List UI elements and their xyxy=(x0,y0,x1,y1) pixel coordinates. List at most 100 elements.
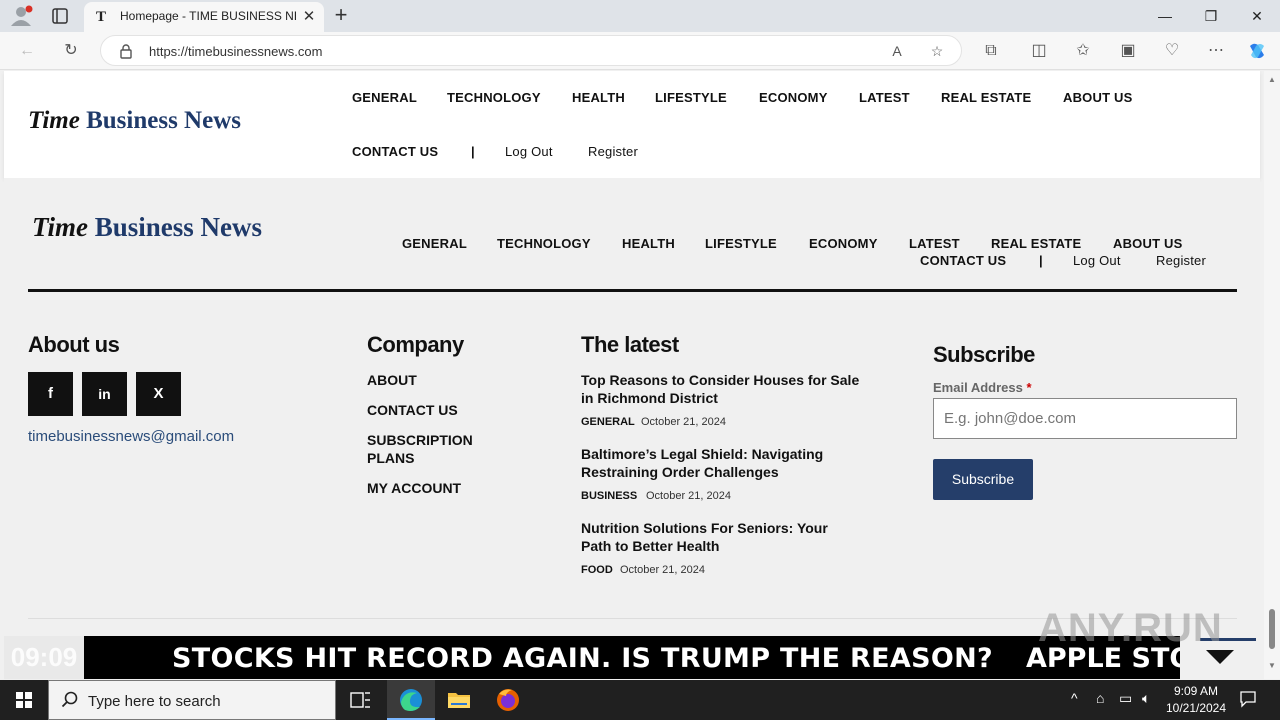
firefox-icon[interactable] xyxy=(484,680,532,720)
favorites-icon[interactable]: ✩ xyxy=(1072,40,1094,62)
profile-icon[interactable] xyxy=(8,4,34,28)
subscribe-button[interactable]: Subscribe xyxy=(933,459,1033,500)
browser-tab-bar: T Homepage - TIME BUSINESS NEWS ✕ + — ❐ … xyxy=(0,0,1280,32)
address-bar[interactable]: https://timebusinessnews.com A ☆ xyxy=(100,35,962,66)
active-tab[interactable]: T Homepage - TIME BUSINESS NEWS ✕ xyxy=(84,2,324,32)
scroll-up-icon[interactable]: ▲ xyxy=(1268,75,1276,84)
latest-post-category[interactable]: FOOD xyxy=(581,564,613,576)
about-us-heading: About us xyxy=(28,332,120,357)
nav-technology[interactable]: TECHNOLOGY xyxy=(447,90,541,105)
sticky-site-header: Time Business News GENERAL TECHNOLOGY HE… xyxy=(4,71,1260,178)
contact-email-link[interactable]: timebusinessnews@gmail.com xyxy=(28,428,234,445)
collections-icon[interactable]: ▣ xyxy=(1117,40,1139,62)
footer-nav-register[interactable]: Register xyxy=(1156,253,1206,268)
search-placeholder: Type here to search xyxy=(88,693,221,710)
notifications-icon[interactable] xyxy=(1239,690,1257,711)
facebook-icon[interactable]: f xyxy=(28,372,73,416)
search-icon xyxy=(61,691,79,709)
minimize-button[interactable]: — xyxy=(1142,0,1188,32)
linkedin-icon[interactable]: in xyxy=(82,372,127,416)
footer-nav-about-us[interactable]: ABOUT US xyxy=(1113,236,1183,251)
task-view-icon[interactable] xyxy=(336,680,384,720)
footer-nav-technology[interactable]: TECHNOLOGY xyxy=(497,236,591,251)
taskbar-search-box[interactable]: Type here to search xyxy=(48,680,336,720)
taskbar-time[interactable]: 9:09 AM xyxy=(1160,684,1232,698)
file-explorer-icon[interactable] xyxy=(435,680,483,720)
favorite-star-icon[interactable]: ☆ xyxy=(927,41,947,61)
nav-log-out[interactable]: Log Out xyxy=(505,144,553,159)
footer-nav-health[interactable]: HEALTH xyxy=(622,236,675,251)
latest-post-title[interactable]: Baltimore’s Legal Shield: Navigating Res… xyxy=(581,445,861,481)
refresh-button[interactable]: ↻ xyxy=(60,40,82,62)
edge-taskbar-icon[interactable] xyxy=(387,680,435,720)
read-aloud-icon[interactable]: A xyxy=(887,41,907,61)
lock-icon[interactable] xyxy=(119,43,133,59)
taskbar-date[interactable]: 10/21/2024 xyxy=(1160,701,1232,715)
company-link-subscription-plans[interactable]: SUBSCRIPTION PLANS xyxy=(367,431,517,467)
the-latest-heading: The latest xyxy=(581,332,679,357)
ticker-band: STOCKS HIT RECORD AGAIN. IS TRUMP THE RE… xyxy=(84,636,1180,679)
nav-register[interactable]: Register xyxy=(588,144,638,159)
company-link-my-account[interactable]: MY ACCOUNT xyxy=(367,479,517,497)
nav-general[interactable]: GENERAL xyxy=(352,90,417,105)
page-scrollbar[interactable]: ▲ ▼ xyxy=(1264,71,1280,679)
required-mark: * xyxy=(1026,380,1032,395)
nav-real-estate[interactable]: REAL ESTATE xyxy=(941,90,1031,105)
ticker-headline[interactable]: STOCKS HIT RECORD AGAIN. IS TRUMP THE RE… xyxy=(172,643,993,674)
back-button[interactable]: ← xyxy=(16,40,38,62)
company-link-about[interactable]: ABOUT xyxy=(367,371,517,389)
site-footer: Time Business News GENERAL TECHNOLOGY HE… xyxy=(4,178,1260,679)
network-icon[interactable]: ⌂ xyxy=(1096,690,1104,706)
footer-nav-log-out[interactable]: Log Out xyxy=(1073,253,1121,268)
extensions-icon[interactable]: ⧉ xyxy=(980,40,1002,62)
subscribe-heading: Subscribe xyxy=(933,342,1035,367)
latest-post-date: October 21, 2024 xyxy=(620,564,706,576)
nav-about-us[interactable]: ABOUT US xyxy=(1063,90,1133,105)
latest-post-title[interactable]: Nutrition Solutions For Seniors: Your Pa… xyxy=(581,519,861,555)
tab-title: Homepage - TIME BUSINESS NEWS xyxy=(120,9,296,23)
company-link-contact-us[interactable]: CONTACT US xyxy=(367,401,517,419)
footer-nav-lifestyle[interactable]: LIFESTYLE xyxy=(705,236,777,251)
footer-nav-real-estate[interactable]: REAL ESTATE xyxy=(991,236,1081,251)
latest-post-title[interactable]: Top Reasons to Consider Houses for Sale … xyxy=(581,371,861,407)
ticker-clock: 09:09 xyxy=(4,636,84,679)
site-favicon-icon: T xyxy=(96,9,107,25)
close-tab-icon[interactable]: ✕ xyxy=(300,8,318,26)
nav-lifestyle[interactable]: LIFESTYLE xyxy=(655,90,727,105)
scrollbar-thumb[interactable] xyxy=(1269,609,1275,649)
ethernet-icon[interactable]: ▭ xyxy=(1119,690,1132,707)
footer-nav-general[interactable]: GENERAL xyxy=(402,236,467,251)
volume-icon[interactable]: 🔈︎ xyxy=(1142,690,1150,707)
nav-latest[interactable]: LATEST xyxy=(859,90,910,105)
windows-start-button[interactable] xyxy=(0,680,48,720)
latest-post-category[interactable]: BUSINESS xyxy=(581,490,637,502)
footer-nav-contact-us[interactable]: CONTACT US xyxy=(920,253,1006,268)
show-hidden-icons-icon[interactable]: ^ xyxy=(1071,690,1078,706)
footer-logo[interactable]: Time Business News xyxy=(32,212,262,243)
x-twitter-icon[interactable]: X xyxy=(136,372,181,416)
browser-essentials-icon[interactable]: ♡ xyxy=(1161,40,1183,62)
company-heading: Company xyxy=(367,332,464,357)
settings-menu-icon[interactable]: ⋯ xyxy=(1205,40,1227,62)
new-tab-button[interactable]: + xyxy=(330,4,352,26)
split-screen-icon[interactable]: ◫ xyxy=(1028,40,1050,62)
email-field[interactable] xyxy=(933,398,1237,439)
close-window-button[interactable]: ✕ xyxy=(1234,0,1280,32)
nav-health[interactable]: HEALTH xyxy=(572,90,625,105)
footer-divider xyxy=(28,289,1237,292)
restore-button[interactable]: ❐ xyxy=(1188,0,1234,32)
nav-contact-us[interactable]: CONTACT US xyxy=(352,144,438,159)
footer-nav-economy[interactable]: ECONOMY xyxy=(809,236,878,251)
scroll-down-icon[interactable]: ▼ xyxy=(1268,661,1276,670)
latest-post-category[interactable]: GENERAL xyxy=(581,416,635,428)
browser-toolbar: ← ↻ https://timebusinessnews.com A ☆ ⧉ ◫… xyxy=(0,32,1280,70)
anyrun-watermark: ANY.RUN xyxy=(1038,606,1223,650)
site-logo[interactable]: Time Business News xyxy=(28,107,241,135)
page-viewport: Time Business News GENERAL TECHNOLOGY HE… xyxy=(0,71,1264,679)
nav-economy[interactable]: ECONOMY xyxy=(759,90,828,105)
windows-taskbar: Type here to search ^ ⌂ ▭ 🔈︎ 9:09 AM 10/… xyxy=(0,680,1280,720)
copilot-icon[interactable] xyxy=(1246,40,1268,62)
footer-nav-latest[interactable]: LATEST xyxy=(909,236,960,251)
tab-actions-icon[interactable] xyxy=(50,6,70,26)
url-text[interactable]: https://timebusinessnews.com xyxy=(149,44,322,59)
